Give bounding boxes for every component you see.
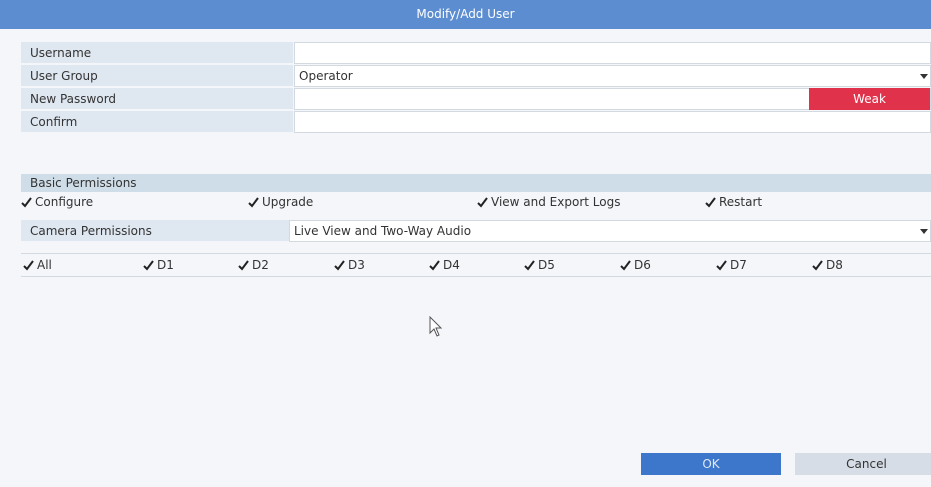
checkmark-icon [477,196,488,208]
chevron-down-icon [920,229,928,234]
checkmark-icon [812,259,823,271]
checkbox-label: D5 [538,258,555,272]
username-label: Username [21,42,293,64]
chevron-down-icon [920,74,928,79]
mouse-pointer-icon [429,315,443,341]
checkbox-d2[interactable]: D2 [238,257,269,273]
checkbox-d6[interactable]: D6 [620,257,651,273]
checkmark-icon [23,259,34,271]
checkbox-label: D7 [730,258,747,272]
new-password-input[interactable]: Weak [294,88,931,110]
checkbox-all[interactable]: All [23,257,52,273]
checkmark-icon [620,259,631,271]
checkbox-label: D3 [348,258,365,272]
camera-permissions-row: Camera Permissions Live View and Two-Way… [21,220,931,242]
user-group-value: Operator [299,69,353,83]
user-group-label: User Group [21,65,293,87]
checkmark-icon [705,196,716,208]
checkbox-label: All [37,258,52,272]
checkbox-d5[interactable]: D5 [524,257,555,273]
checkbox-d1[interactable]: D1 [143,257,174,273]
checkmark-icon [143,259,154,271]
ok-button[interactable]: OK [641,453,781,475]
camera-permissions-dropdown[interactable]: Live View and Two-Way Audio [289,220,931,242]
checkmark-icon [21,196,32,208]
confirm-row: Confirm [21,111,931,133]
checkbox-restart[interactable]: Restart [705,194,762,210]
checkbox-label: Upgrade [262,195,314,209]
new-password-row: New Password Weak [21,88,931,110]
new-password-label: New Password [21,88,293,110]
user-group-dropdown[interactable]: Operator [294,65,931,87]
checkmark-icon [248,196,259,208]
username-row: Username [21,42,931,64]
checkbox-label: D2 [252,258,269,272]
confirm-password-input[interactable] [294,111,931,133]
basic-permissions-heading: Basic Permissions [21,174,931,192]
checkbox-configure[interactable]: Configure [21,194,93,210]
checkbox-d3[interactable]: D3 [334,257,365,273]
checkbox-d4[interactable]: D4 [429,257,460,273]
camera-permissions-value: Live View and Two-Way Audio [294,224,472,238]
checkbox-view-export-logs[interactable]: View and Export Logs [477,194,620,210]
username-input[interactable] [294,42,931,64]
checkmark-icon [716,259,727,271]
checkbox-label: Configure [35,195,94,209]
dialog-title: Modify/Add User [0,0,931,29]
checkmark-icon [334,259,345,271]
checkmark-icon [429,259,440,271]
checkbox-upgrade[interactable]: Upgrade [248,194,313,210]
checkbox-label: D6 [634,258,651,272]
checkbox-label: D8 [826,258,843,272]
checkmark-icon [238,259,249,271]
checkmark-icon [524,259,535,271]
password-strength-badge: Weak [809,88,930,110]
checkbox-label: View and Export Logs [491,195,621,209]
checkbox-label: Restart [719,195,763,209]
user-group-row: User Group Operator [21,65,931,87]
checkbox-label: D4 [443,258,460,272]
camera-channel-row: All D1 D2 D3 D4 D5 D6 D7 D8 [21,253,931,277]
cancel-button[interactable]: Cancel [795,453,931,475]
camera-permissions-label: Camera Permissions [21,220,293,242]
checkbox-d8[interactable]: D8 [812,257,843,273]
checkbox-label: D1 [157,258,174,272]
confirm-label: Confirm [21,111,293,133]
checkbox-d7[interactable]: D7 [716,257,747,273]
